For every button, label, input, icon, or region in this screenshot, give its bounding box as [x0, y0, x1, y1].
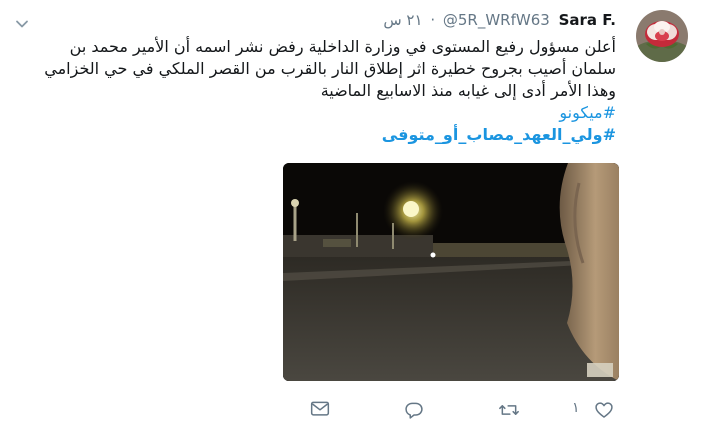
tweet-text: أعلن مسؤول رفيع المستوى في وزارة الداخلي… — [16, 36, 616, 146]
tweet-header: Sara F. @5R_WRfW63 · ٢١ س — [383, 11, 616, 29]
direct-message-button[interactable] — [310, 400, 330, 422]
display-name[interactable]: Sara F. — [559, 11, 616, 29]
envelope-icon — [310, 401, 330, 422]
tweet-text-line: أعلن مسؤول رفيع المستوى في وزارة الداخلي… — [69, 37, 616, 56]
like-count: ١ — [572, 400, 580, 416]
hashtag-link[interactable]: #ميكونو — [16, 102, 616, 124]
separator-dot: · — [430, 11, 436, 29]
retweet-icon — [498, 400, 520, 420]
user-handle[interactable]: @5R_WRfW63 — [443, 11, 550, 29]
tweet-text-line: سلمان أصيب بجروح خطيرة اثر إطلاق النار ب… — [44, 59, 616, 78]
timestamp[interactable]: ٢١ س — [383, 11, 422, 29]
hashtag-link[interactable]: #ولي_العهد_مصاب_أو_متوفى — [16, 124, 616, 146]
heart-icon — [594, 400, 614, 420]
tweet-actions: ١ — [0, 398, 704, 422]
reply-icon — [404, 400, 424, 420]
tweet-video[interactable] — [283, 163, 619, 381]
avatar[interactable] — [636, 10, 688, 62]
chevron-down-icon[interactable] — [12, 14, 32, 34]
tweet-text-line: وهذا الأمر أدى إلى غيابه منذ الاسابيع ال… — [320, 81, 616, 100]
